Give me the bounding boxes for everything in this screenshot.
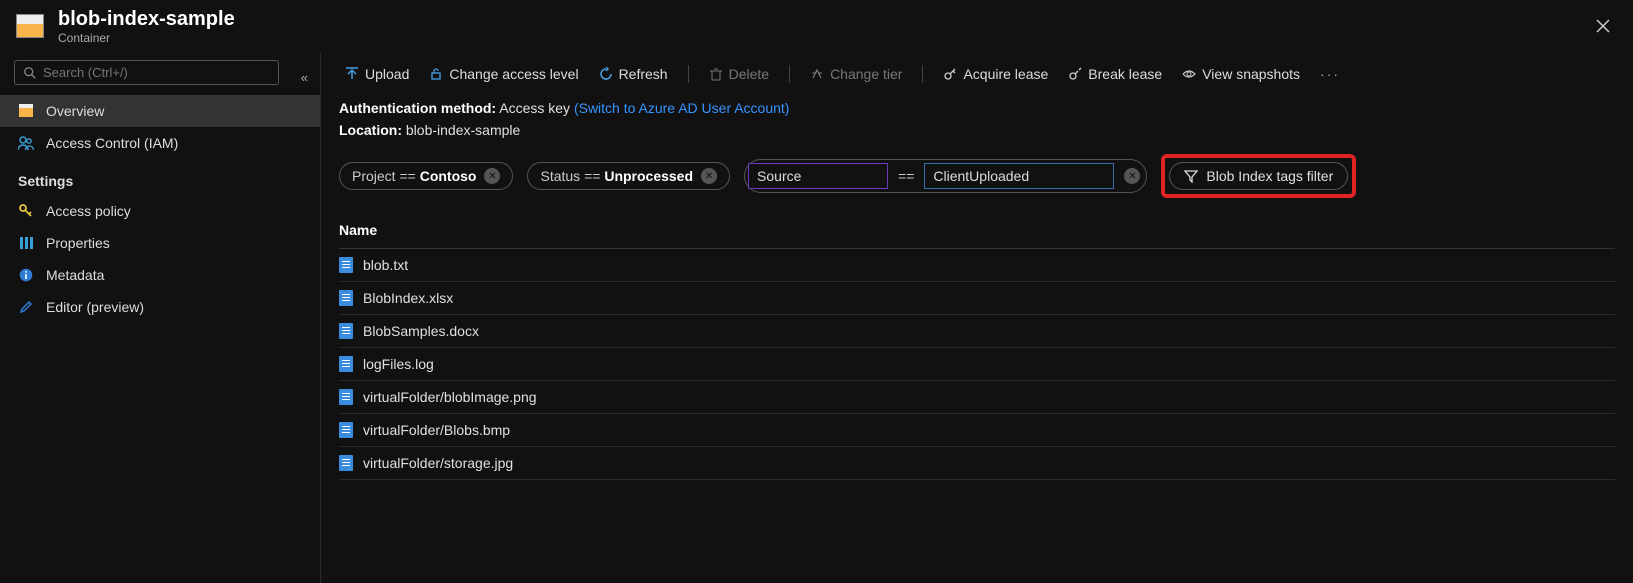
sidebar-item-overview[interactable]: Overview [0, 95, 320, 127]
filter-operator: == [898, 168, 914, 184]
main-content: Upload Change access level Refresh Delet… [320, 52, 1633, 583]
collapse-sidebar-button[interactable]: « [301, 70, 308, 85]
sidebar: « Overview Access Control (IAM) Settings… [0, 52, 320, 583]
blob-name: BlobSamples.docx [363, 323, 479, 339]
break-lease-icon [1068, 67, 1082, 81]
close-icon [1595, 18, 1611, 34]
sidebar-item-label: Editor (preview) [46, 299, 144, 315]
settings-section-header: Settings [0, 159, 320, 195]
switch-auth-link[interactable]: (Switch to Azure AD User Account) [574, 100, 790, 116]
overview-icon [18, 104, 34, 118]
location-row: Location: blob-index-sample [321, 118, 1633, 140]
blob-name: blob.txt [363, 257, 408, 273]
table-row[interactable]: BlobSamples.docx [339, 315, 1615, 348]
blob-name: virtualFolder/storage.jpg [363, 455, 513, 471]
key-icon [18, 204, 34, 218]
table-row[interactable]: BlobIndex.xlsx [339, 282, 1615, 315]
table-row[interactable]: virtualFolder/Blobs.bmp [339, 414, 1615, 447]
sidebar-item-label: Access Control (IAM) [46, 135, 178, 151]
filter-bar: Project == Contoso ✕ Status == Unprocess… [321, 140, 1633, 212]
file-icon [339, 323, 353, 339]
search-icon [23, 66, 37, 80]
table-row[interactable]: logFiles.log [339, 348, 1615, 381]
filter-pill-project[interactable]: Project == Contoso ✕ [339, 162, 513, 190]
pencil-icon [18, 300, 34, 314]
remove-filter-icon[interactable]: ✕ [701, 168, 717, 184]
sidebar-item-label: Overview [46, 103, 104, 119]
access-control-icon [18, 136, 34, 150]
toolbar: Upload Change access level Refresh Delet… [321, 52, 1633, 96]
acquire-lease-icon [943, 67, 957, 81]
upload-button[interactable]: Upload [339, 62, 415, 86]
break-lease-button[interactable]: Break lease [1062, 62, 1168, 86]
filter-value-input[interactable] [924, 163, 1114, 189]
page-subtitle: Container [58, 31, 235, 45]
filter-icon [1184, 169, 1198, 183]
filter-kv-input-group: == ✕ [744, 159, 1147, 193]
more-button[interactable]: ··· [1314, 62, 1346, 86]
sidebar-item-access-policy[interactable]: Access policy [0, 195, 320, 227]
file-icon [339, 356, 353, 372]
trash-icon [709, 67, 723, 81]
search-input[interactable] [43, 65, 270, 80]
blob-name: virtualFolder/blobImage.png [363, 389, 537, 405]
acquire-lease-button[interactable]: Acquire lease [937, 62, 1054, 86]
file-icon [339, 389, 353, 405]
file-icon [339, 257, 353, 273]
remove-filter-icon[interactable]: ✕ [1124, 168, 1140, 184]
close-button[interactable] [1589, 12, 1617, 40]
blob-index-tags-filter-button[interactable]: Blob Index tags filter [1169, 162, 1348, 190]
blob-list: Name blob.txt BlobIndex.xlsx BlobSamples.d… [321, 212, 1633, 480]
sidebar-item-label: Access policy [46, 203, 131, 219]
page-title: blob-index-sample [58, 8, 235, 31]
sidebar-item-editor[interactable]: Editor (preview) [0, 291, 320, 323]
filter-pill-status[interactable]: Status == Unprocessed ✕ [527, 162, 730, 190]
blob-name: virtualFolder/Blobs.bmp [363, 422, 510, 438]
blob-name: BlobIndex.xlsx [363, 290, 453, 306]
table-row[interactable]: blob.txt [339, 249, 1615, 282]
change-access-button[interactable]: Change access level [423, 62, 584, 86]
sidebar-item-label: Properties [46, 235, 110, 251]
table-row[interactable]: virtualFolder/storage.jpg [339, 447, 1615, 480]
table-row[interactable]: virtualFolder/blobImage.png [339, 381, 1615, 414]
filter-key-input[interactable] [748, 163, 888, 189]
properties-icon [18, 236, 34, 250]
remove-filter-icon[interactable]: ✕ [484, 168, 500, 184]
toolbar-separator [688, 65, 689, 83]
auth-method-row: Authentication method: Access key (Switc… [321, 96, 1633, 118]
file-icon [339, 422, 353, 438]
toolbar-separator [789, 65, 790, 83]
window-header: blob-index-sample Container [0, 0, 1633, 52]
refresh-button[interactable]: Refresh [593, 62, 674, 86]
sidebar-item-label: Metadata [46, 267, 104, 283]
search-box[interactable] [14, 60, 279, 85]
blob-name: logFiles.log [363, 356, 434, 372]
delete-button: Delete [703, 62, 775, 86]
sidebar-item-metadata[interactable]: Metadata [0, 259, 320, 291]
eye-icon [1182, 67, 1196, 81]
column-header-name[interactable]: Name [339, 212, 1615, 249]
change-tier-button: Change tier [804, 62, 908, 86]
sidebar-item-access-control[interactable]: Access Control (IAM) [0, 127, 320, 159]
toolbar-separator [922, 65, 923, 83]
container-icon [16, 14, 44, 38]
file-icon [339, 290, 353, 306]
file-icon [339, 455, 353, 471]
refresh-icon [599, 67, 613, 81]
sidebar-item-properties[interactable]: Properties [0, 227, 320, 259]
view-snapshots-button[interactable]: View snapshots [1176, 62, 1306, 86]
info-icon [18, 268, 34, 282]
lock-icon [429, 67, 443, 81]
upload-icon [345, 67, 359, 81]
change-tier-icon [810, 67, 824, 81]
highlight-box: Blob Index tags filter [1161, 154, 1356, 198]
